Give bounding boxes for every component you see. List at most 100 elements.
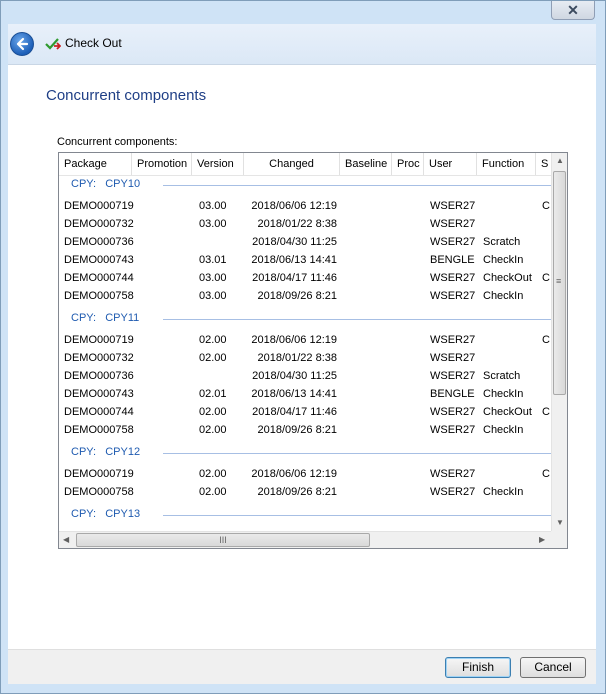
vertical-grip-icon: ≡ <box>556 276 562 286</box>
scroll-corner <box>551 531 567 548</box>
cell-user: WSER27 <box>430 486 476 498</box>
cell-version: 03.00 <box>199 200 227 212</box>
table-row[interactable]: DEMO000758 02.00 2018/09/26 8:21 WSER27 Chec… <box>59 422 551 440</box>
cell-package: DEMO000758 <box>64 486 134 498</box>
cell-changed: 2018/01/22 8:38 <box>257 352 337 364</box>
cell-changed: 2018/06/06 12:19 <box>251 468 337 480</box>
column-header: Package Promotion Version Changed Baseline Pr… <box>59 153 556 176</box>
cell-function: CheckIn <box>483 424 524 436</box>
page-heading: Concurrent components <box>46 87 207 104</box>
table-row[interactable]: DEMO000744 03.00 2018/04/17 11:46 WSER27 Che… <box>59 270 551 288</box>
column-header-1[interactable]: Promotion <box>132 153 192 175</box>
column-header-2[interactable]: Version <box>192 153 244 175</box>
table-row[interactable]: DEMO000758 02.00 2018/09/26 8:21 WSER27 Chec… <box>59 484 551 502</box>
table-row[interactable]: DEMO000736 2018/04/30 11:25 WSER27 Scratch <box>59 368 551 386</box>
table-row[interactable]: DEMO000732 02.00 2018/01/22 8:38 WSER27 <box>59 350 551 368</box>
group-label: CPY: CPY13 <box>71 508 141 520</box>
cell-s: C <box>542 468 550 480</box>
table-row[interactable]: DEMO000744 02.00 2018/04/17 11:46 WSER27 Che… <box>59 404 551 422</box>
cell-package: DEMO000744 <box>64 406 134 418</box>
column-header-6[interactable]: User <box>424 153 477 175</box>
horizontal-scroll-thumb[interactable]: III <box>76 533 370 547</box>
cell-version: 02.01 <box>199 388 227 400</box>
scroll-down-icon[interactable]: ▼ <box>556 518 564 527</box>
cell-function: Scratch <box>483 236 521 248</box>
cell-version: 02.00 <box>199 486 227 498</box>
wizard-header: Check Out <box>8 24 596 64</box>
cell-user: WSER27 <box>430 352 476 364</box>
table-row[interactable]: DEMO000758 03.00 2018/09/26 8:21 WSER27 Chec… <box>59 288 551 306</box>
cell-package: DEMO000743 <box>64 388 134 400</box>
cell-user: WSER27 <box>430 370 476 382</box>
cell-changed: 2018/04/17 11:46 <box>252 406 337 418</box>
cell-s: C <box>542 334 550 346</box>
vertical-scroll-thumb[interactable]: ≡ <box>553 171 566 395</box>
group-divider <box>163 185 551 186</box>
table-row[interactable]: DEMO000743 02.01 2018/06/13 14:41 BENGLE Che… <box>59 386 551 404</box>
group-header[interactable]: CPY: CPY11 <box>59 310 551 328</box>
cell-changed: 2018/09/26 8:21 <box>257 486 337 498</box>
cell-function: CheckOut <box>483 406 532 418</box>
table-row[interactable]: DEMO000736 2018/04/30 11:25 WSER27 Scratch <box>59 234 551 252</box>
group-header[interactable]: CPY: CPY10 <box>59 176 551 194</box>
column-header-7[interactable]: Function <box>477 153 536 175</box>
scroll-right-icon[interactable]: ▶ <box>539 535 545 544</box>
horizontal-scrollbar[interactable]: ◀ III ▶ <box>59 531 551 548</box>
cell-changed: 2018/06/13 14:41 <box>251 388 337 400</box>
cell-function: CheckIn <box>483 290 524 302</box>
cell-user: WSER27 <box>430 290 476 302</box>
column-header-0[interactable]: Package <box>59 153 132 175</box>
cell-changed: 2018/01/22 8:38 <box>257 218 337 230</box>
cell-package: DEMO000736 <box>64 236 134 248</box>
cell-version: 03.01 <box>199 254 227 266</box>
cell-changed: 2018/04/17 11:46 <box>252 272 337 284</box>
window-title: Check Out <box>65 36 122 50</box>
group-header[interactable]: CPY: CPY12 <box>59 444 551 462</box>
concurrent-components-list[interactable]: Package Promotion Version Changed Baseline Pr… <box>58 152 568 549</box>
cell-version: 02.00 <box>199 468 227 480</box>
cell-package: DEMO000719 <box>64 200 134 212</box>
table-row[interactable]: DEMO000719 02.00 2018/06/06 12:19 WSER27 C <box>59 332 551 350</box>
cell-function: CheckIn <box>483 486 524 498</box>
cell-version: 03.00 <box>199 272 227 284</box>
group-divider <box>163 319 551 320</box>
group-header[interactable]: CPY: CPY13 <box>59 506 551 524</box>
cell-s: C <box>542 406 550 418</box>
column-header-5[interactable]: Proc <box>392 153 424 175</box>
scroll-up-icon[interactable]: ▲ <box>556 156 564 165</box>
vertical-scrollbar[interactable]: ▲ ≡ ▼ <box>551 153 567 531</box>
cell-package: DEMO000719 <box>64 334 134 346</box>
table-row[interactable]: DEMO000732 03.00 2018/01/22 8:38 WSER27 <box>59 216 551 234</box>
cell-changed: 2018/06/06 12:19 <box>251 334 337 346</box>
cell-user: WSER27 <box>430 272 476 284</box>
cell-package: DEMO000758 <box>64 290 134 302</box>
group-label: CPY: CPY11 <box>71 312 140 324</box>
cell-changed: 2018/04/30 11:25 <box>252 370 337 382</box>
cell-changed: 2018/06/13 14:41 <box>251 254 337 266</box>
cell-version: 02.00 <box>199 352 227 364</box>
finish-button[interactable]: Finish <box>445 657 511 678</box>
group-divider <box>163 453 551 454</box>
cell-version: 03.00 <box>199 218 227 230</box>
table-row[interactable]: DEMO000719 03.00 2018/06/06 12:19 WSER27 C <box>59 198 551 216</box>
table-row[interactable]: DEMO000743 03.01 2018/06/13 14:41 BENGLE Che… <box>59 252 551 270</box>
cell-changed: 2018/09/26 8:21 <box>257 424 337 436</box>
column-header-4[interactable]: Baseline <box>340 153 392 175</box>
cell-package: DEMO000732 <box>64 352 134 364</box>
close-button[interactable]: ✕ <box>551 1 595 20</box>
wizard-content: Concurrent components Concurrent compone… <box>8 64 596 650</box>
group-label: CPY: CPY12 <box>71 446 141 458</box>
checkout-app-icon <box>45 38 61 50</box>
cell-user: WSER27 <box>430 468 476 480</box>
cell-version: 02.00 <box>199 424 227 436</box>
cell-package: DEMO000736 <box>64 370 134 382</box>
cell-changed: 2018/04/30 11:25 <box>252 236 337 248</box>
cell-user: WSER27 <box>430 334 476 346</box>
scroll-left-icon[interactable]: ◀ <box>63 535 69 544</box>
back-button[interactable] <box>10 32 34 56</box>
cell-changed: 2018/09/26 8:21 <box>257 290 337 302</box>
table-row[interactable]: DEMO000719 02.00 2018/06/06 12:19 WSER27 C <box>59 466 551 484</box>
cancel-button[interactable]: Cancel <box>520 657 586 678</box>
list-label: Concurrent components: <box>57 136 178 148</box>
column-header-3[interactable]: Changed <box>244 153 340 175</box>
